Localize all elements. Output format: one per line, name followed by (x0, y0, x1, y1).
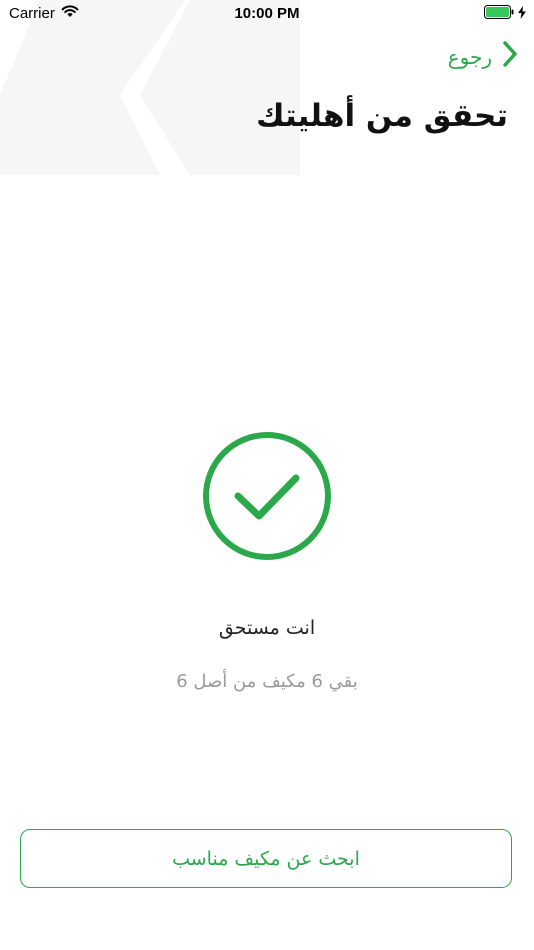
charging-bolt-icon (518, 5, 526, 23)
status-bar: Carrier 10:00 PM (0, 0, 534, 30)
page-title: تحقق من أهليتك (256, 98, 508, 134)
chevron-right-icon (502, 40, 518, 73)
back-button[interactable]: رجوع (448, 40, 518, 73)
status-time: 10:00 PM (234, 5, 300, 22)
status-battery-group (484, 5, 526, 23)
eligibility-status-text: انت مستحق (218, 617, 316, 639)
checkmark-circle-icon (202, 431, 332, 561)
back-label: رجوع (447, 44, 492, 69)
battery-icon (484, 5, 514, 23)
remaining-count-text: بقي 6 مكيف من أصل 6 (176, 671, 358, 692)
search-ac-button[interactable]: ابحث عن مكيف مناسب (20, 829, 512, 888)
